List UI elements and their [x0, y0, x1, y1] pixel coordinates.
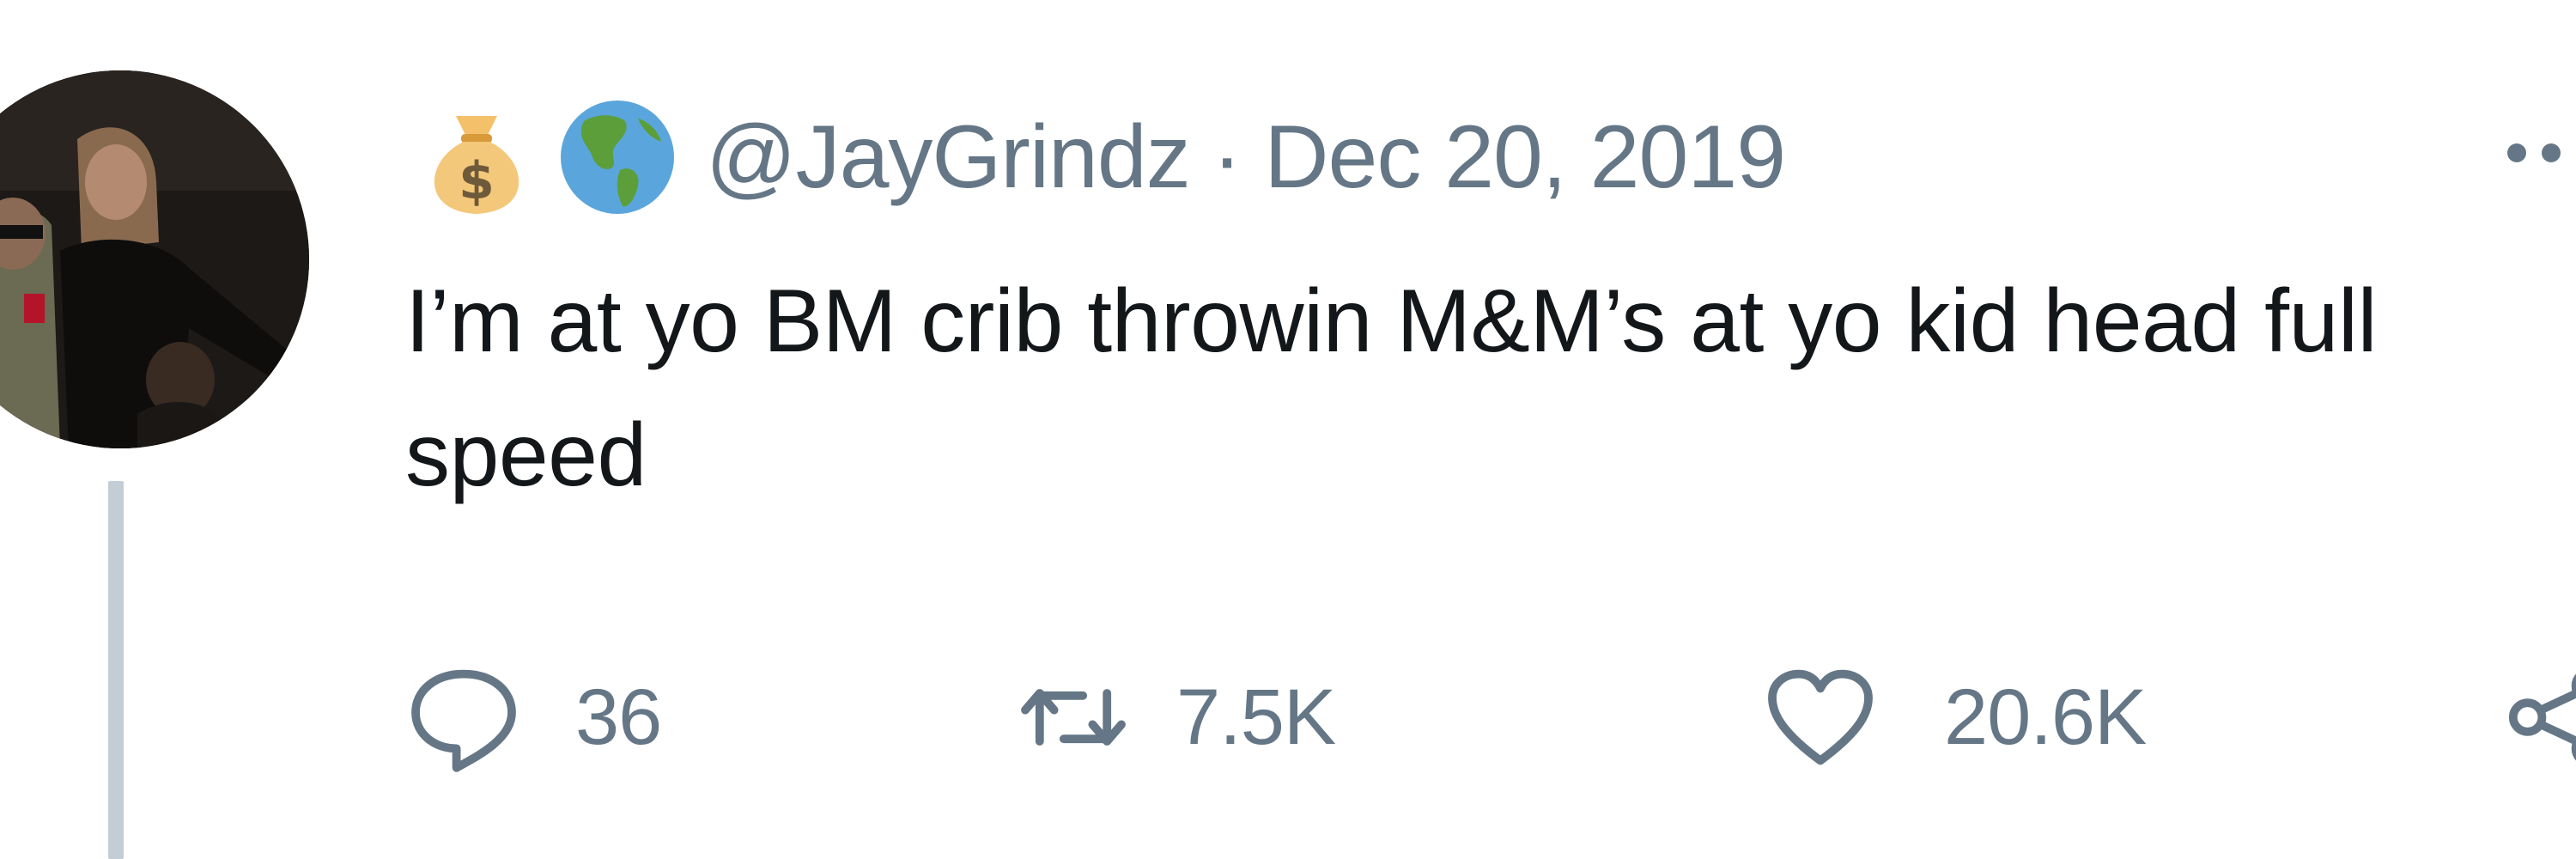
reply-count: 36 [575, 673, 662, 761]
avatar[interactable] [0, 70, 309, 448]
header-separator: · [1212, 107, 1242, 207]
tweet-actions: 36 7.5K 20.6K [404, 653, 2576, 782]
reply-icon [411, 669, 516, 772]
like-count: 20.6K [1944, 673, 2147, 761]
retweet-icon [1021, 689, 1126, 746]
svg-text:$: $ [459, 151, 495, 211]
globe-americas-icon [553, 93, 682, 222]
retweet-button[interactable]: 7.5K [1013, 653, 1336, 782]
retweet-count: 7.5K [1176, 673, 1336, 761]
like-button[interactable]: 20.6K [1760, 653, 2147, 782]
more-options-icon[interactable] [2507, 136, 2576, 170]
tweet-header: $ @JayGrindz · Dec 20, 2019 [412, 93, 1786, 222]
avatar-photo [0, 70, 309, 448]
share-button[interactable] [2499, 653, 2576, 782]
money-bag-icon: $ [412, 93, 541, 222]
thread-line [108, 481, 124, 859]
heart-icon [1768, 669, 1873, 765]
user-handle[interactable]: @JayGrindz [706, 107, 1191, 209]
reply-button[interactable]: 36 [404, 653, 662, 782]
share-icon [2508, 673, 2576, 761]
tweet-text: I’m at yo BM crib throwin M&M’s at yo ki… [405, 271, 2378, 505]
tweet-date[interactable]: Dec 20, 2019 [1264, 107, 1786, 209]
tweet[interactable]: $ @JayGrindz · Dec 20, 2019 I’m at yo BM… [0, 0, 2576, 859]
